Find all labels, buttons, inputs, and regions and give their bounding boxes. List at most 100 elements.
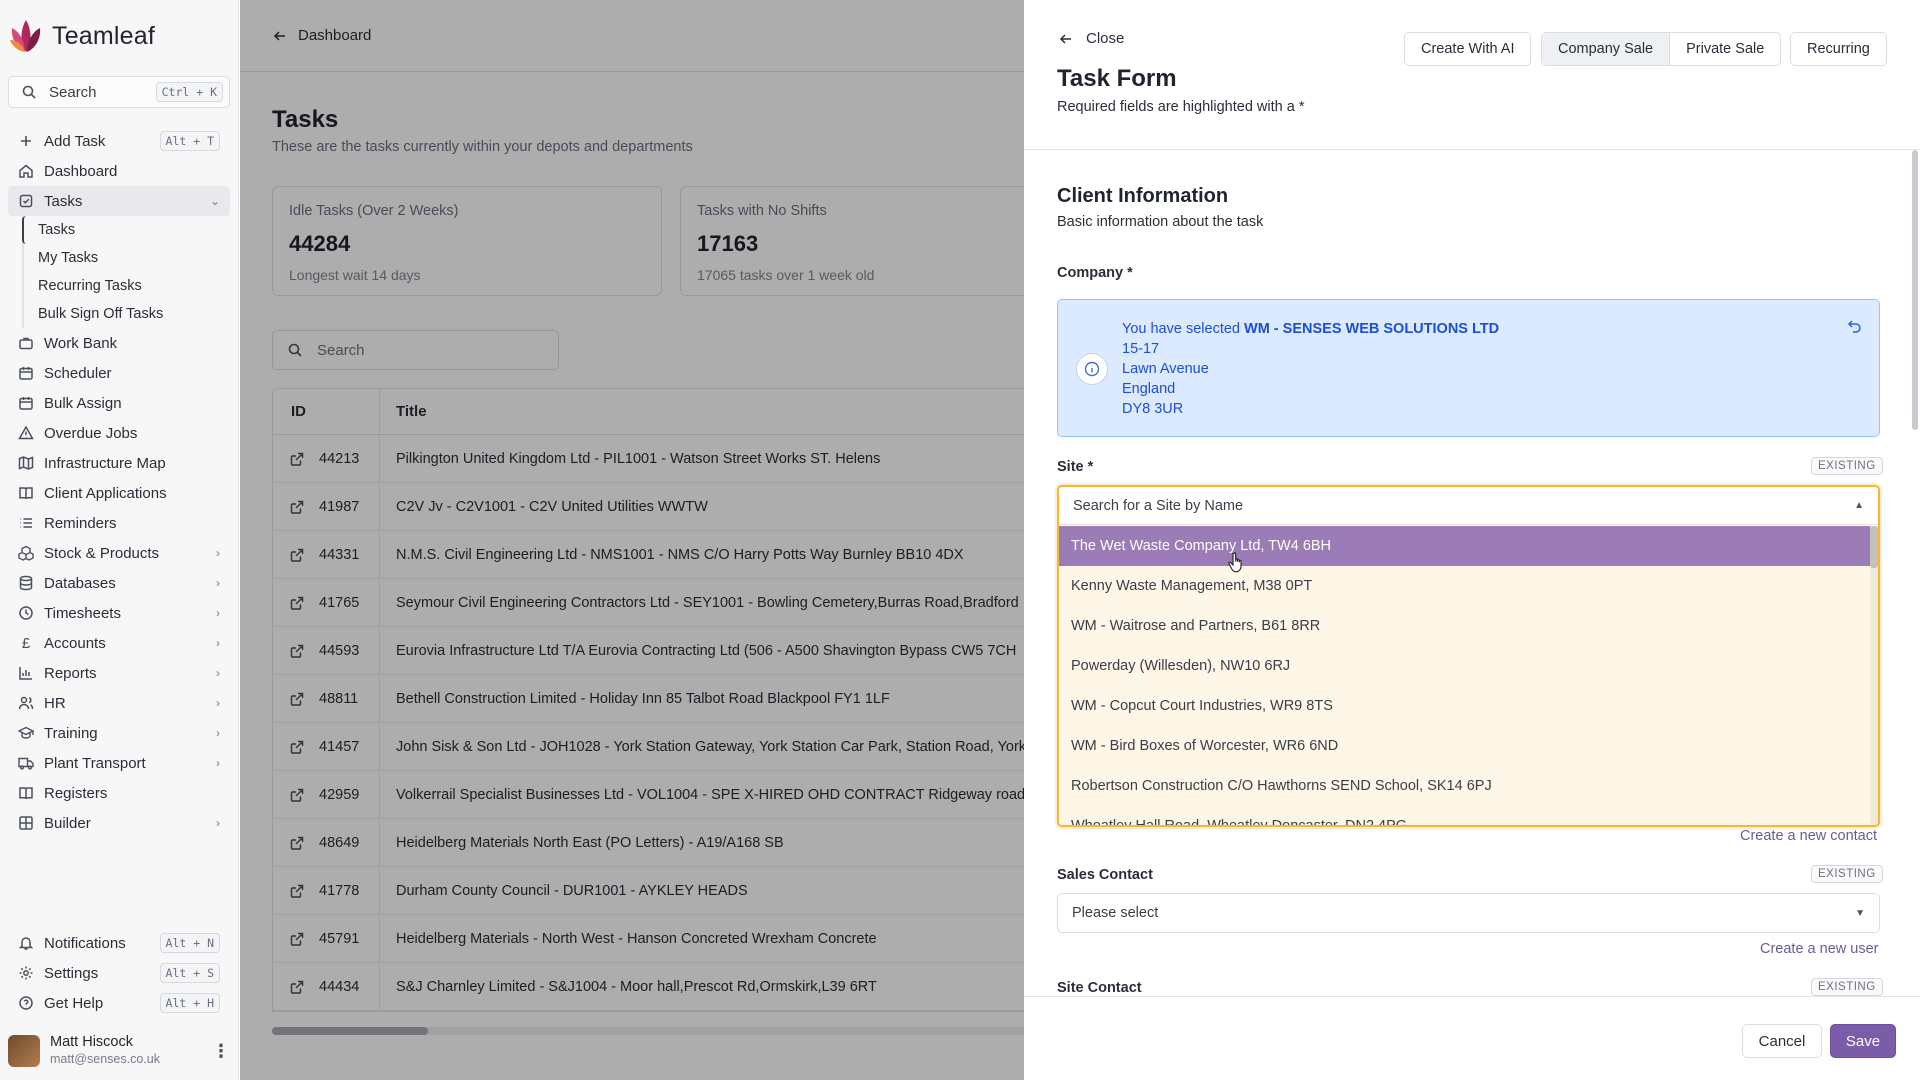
- user-profile[interactable]: Matt Hiscock matt@senses.co.uk ⋮: [8, 1031, 230, 1071]
- sidebar-item-reports[interactable]: Reports ›: [8, 658, 230, 688]
- sidebar-item-accounts[interactable]: £ Accounts ›: [8, 628, 230, 658]
- chevron-down-icon: ⌄: [209, 194, 220, 208]
- form-scrollbar[interactable]: [1912, 150, 1918, 430]
- help-shortcut: Alt + H: [159, 993, 220, 1013]
- save-button[interactable]: Save: [1830, 1024, 1896, 1058]
- options-scrollbar-thumb[interactable]: [1870, 526, 1878, 568]
- chevron-right-icon: ›: [216, 636, 220, 650]
- sidebar-item-bulk-assign[interactable]: Bulk Assign: [8, 388, 230, 418]
- chevron-right-icon: ›: [216, 546, 220, 560]
- sidebar-item-label: Accounts: [44, 634, 106, 652]
- sidebar-item-plant-transport[interactable]: Plant Transport ›: [8, 748, 230, 778]
- notifications-shortcut: Alt + N: [159, 933, 220, 953]
- search-shortcut: Ctrl + K: [155, 82, 223, 102]
- sidebar-item-label: Tasks: [44, 192, 83, 210]
- sidebar-item-scheduler[interactable]: Scheduler: [8, 358, 230, 388]
- sidebar-item-reminders[interactable]: Reminders: [8, 508, 230, 538]
- user-name: Matt Hiscock: [50, 1034, 133, 1050]
- close-button[interactable]: Close: [1058, 30, 1124, 47]
- address-line: DY8 3UR: [1122, 401, 1184, 417]
- sidebar-item-label: Client Applications: [44, 484, 167, 502]
- company-label: Company *: [1057, 265, 1133, 281]
- sidebar-item-registers[interactable]: Registers: [8, 778, 230, 808]
- sales-contact-existing-badge: EXISTING: [1811, 865, 1883, 883]
- close-label: Close: [1086, 30, 1125, 47]
- recurring-button[interactable]: Recurring: [1790, 32, 1887, 66]
- create-new-contact-link[interactable]: Create a new contact: [1740, 828, 1877, 844]
- create-new-user-link[interactable]: Create a new user: [1760, 941, 1878, 957]
- site-combobox[interactable]: Search for a Site by Name ▲ The Wet Wast…: [1057, 485, 1880, 827]
- selected-company-box: You have selected WM - SENSES WEB SOLUTI…: [1057, 299, 1880, 437]
- site-option[interactable]: Powerday (Willesden), NW10 6RJ: [1059, 646, 1878, 686]
- cancel-button[interactable]: Cancel: [1742, 1024, 1822, 1058]
- sidebar-subitem-my-tasks[interactable]: My Tasks: [24, 244, 230, 272]
- site-option[interactable]: Kenny Waste Management, M38 0PT: [1059, 566, 1878, 606]
- sidebar-item-label: Add Task: [44, 132, 106, 150]
- sidebar-item-settings[interactable]: Settings Alt + S: [8, 958, 230, 988]
- site-search-placeholder: Search for a Site by Name: [1073, 497, 1244, 514]
- sidebar-item-dashboard[interactable]: Dashboard: [8, 156, 230, 186]
- create-with-ai-button[interactable]: Create With AI: [1404, 32, 1532, 66]
- sidebar-item-tasks[interactable]: Tasks ⌄: [8, 186, 230, 216]
- sidebar-item-label: Builder: [44, 814, 91, 832]
- sidebar-item-infrastructure-map[interactable]: Infrastructure Map: [8, 448, 230, 478]
- bell-icon: [18, 935, 34, 951]
- sidebar-item-hr[interactable]: HR ›: [8, 688, 230, 718]
- sidebar-subitem-tasks[interactable]: Tasks: [22, 216, 230, 244]
- brand[interactable]: Teamleaf: [10, 18, 155, 54]
- sidebar-item-databases[interactable]: Databases ›: [8, 568, 230, 598]
- site-option[interactable]: Robertson Construction C/O Hawthorns SEN…: [1059, 766, 1878, 806]
- sales-contact-label: Sales Contact: [1057, 867, 1153, 883]
- sidebar-item-timesheets[interactable]: Timesheets ›: [8, 598, 230, 628]
- options-scrollbar[interactable]: [1870, 526, 1878, 825]
- sidebar-subitem-label: Tasks: [38, 222, 76, 238]
- form-footer: Cancel Save: [1024, 996, 1920, 1080]
- caret-up-icon[interactable]: ▲: [1854, 500, 1864, 511]
- site-search-input[interactable]: Search for a Site by Name ▲: [1059, 487, 1878, 525]
- sidebar-subitem-label: Bulk Sign Off Tasks: [38, 306, 164, 322]
- sidebar-item-overdue-jobs[interactable]: Overdue Jobs: [8, 418, 230, 448]
- home-icon: [18, 163, 34, 179]
- sidebar-subitem-bulk-sign-off[interactable]: Bulk Sign Off Tasks: [24, 300, 230, 328]
- sidebar-item-label: Plant Transport: [44, 754, 146, 772]
- sidebar-subitem-recurring-tasks[interactable]: Recurring Tasks: [24, 272, 230, 300]
- sidebar-item-training[interactable]: Training ›: [8, 718, 230, 748]
- private-sale-button[interactable]: Private Sale: [1669, 33, 1780, 65]
- settings-shortcut: Alt + S: [159, 963, 220, 983]
- site-option[interactable]: Wheatley Hall Road, Wheatley Doncaster, …: [1059, 806, 1878, 825]
- sidebar-item-label: Databases: [44, 574, 116, 592]
- teamleaf-logo-icon: [10, 20, 41, 52]
- chevron-right-icon: ›: [216, 696, 220, 710]
- site-contact-label: Site Contact: [1057, 980, 1142, 996]
- sidebar-item-get-help[interactable]: Get Help Alt + H: [8, 988, 230, 1018]
- calendar-icon: [18, 395, 34, 411]
- sidebar-item-builder[interactable]: Builder ›: [8, 808, 230, 838]
- plus-icon: [18, 133, 34, 149]
- sidebar-item-work-bank[interactable]: Work Bank: [8, 328, 230, 358]
- sidebar-item-add-task[interactable]: Add Task Alt + T: [8, 126, 230, 156]
- user-info: Matt Hiscock matt@senses.co.uk: [50, 1034, 202, 1068]
- more-vertical-icon[interactable]: ⋮: [212, 1041, 230, 1062]
- site-option[interactable]: WM - Waitrose and Partners, B61 8RR: [1059, 606, 1878, 646]
- sales-contact-select[interactable]: Please select ▼: [1057, 893, 1880, 933]
- sidebar-nav: Add Task Alt + T Dashboard Tasks ⌄ Tasks…: [8, 126, 230, 838]
- site-option[interactable]: WM - Bird Boxes of Worcester, WR6 6ND: [1059, 726, 1878, 766]
- sidebar-item-client-applications[interactable]: Client Applications: [8, 478, 230, 508]
- sidebar-item-label: Infrastructure Map: [44, 454, 166, 472]
- map-icon: [18, 455, 34, 471]
- sidebar-item-label: Timesheets: [44, 604, 121, 622]
- site-label: Site *: [1057, 459, 1094, 475]
- graduation-icon: [18, 725, 34, 741]
- checkbox-icon: [18, 193, 34, 209]
- grid-icon: [18, 815, 34, 831]
- sidebar-search-placeholder: Search: [49, 83, 97, 101]
- undo-icon[interactable]: [1847, 318, 1863, 338]
- sidebar-search[interactable]: Search Ctrl + K: [8, 76, 230, 108]
- sidebar-item-notifications[interactable]: Notifications Alt + N: [8, 928, 230, 958]
- site-option[interactable]: WM - Copcut Court Industries, WR9 8TS: [1059, 686, 1878, 726]
- selected-company-details: You have selected WM - SENSES WEB SOLUTI…: [1122, 319, 1499, 419]
- site-option[interactable]: The Wet Waste Company Ltd, TW4 6BH: [1059, 526, 1878, 566]
- company-sale-button[interactable]: Company Sale: [1542, 33, 1670, 65]
- form-title: Task Form: [1057, 65, 1177, 92]
- sidebar-item-stock-products[interactable]: Stock & Products ›: [8, 538, 230, 568]
